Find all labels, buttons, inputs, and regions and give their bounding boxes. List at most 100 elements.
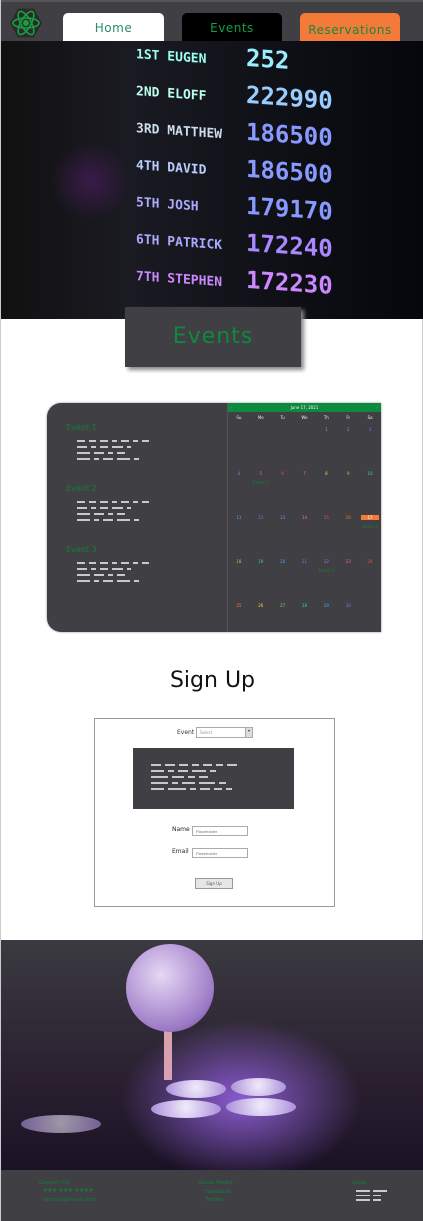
score-value: 252 xyxy=(246,43,290,75)
calendar-day[interactable]: 19 xyxy=(250,556,272,600)
hero-scoreboard-image: 1ST EUGEN 252 2ND ELOFF 222990 3RD MATTHEW 18… xyxy=(1,41,423,319)
day-number: 7 xyxy=(303,471,306,476)
social-title: Social Media xyxy=(198,1180,233,1186)
score-value: 222990 xyxy=(246,80,333,115)
score-value: 179170 xyxy=(246,191,333,226)
day-number: 26 xyxy=(258,603,264,608)
events-title: Events xyxy=(125,307,301,367)
calendar-day[interactable]: 24 xyxy=(359,556,381,600)
day-number: 17 xyxy=(361,515,380,520)
calendar-day[interactable]: 25 xyxy=(228,600,250,644)
day-number: 5 xyxy=(259,471,263,476)
calendar-day[interactable]: 7 xyxy=(294,468,316,512)
event-title: Event 2 xyxy=(66,484,97,493)
twitter-link[interactable]: Twitter xyxy=(205,1197,223,1203)
calendar-day[interactable]: 1 xyxy=(315,424,337,468)
calendar-day[interactable]: 8 xyxy=(315,468,337,512)
atom-logo-icon[interactable] xyxy=(10,8,42,38)
tab-home[interactable]: Home xyxy=(63,13,164,43)
calendar-day[interactable]: 12 xyxy=(250,512,272,556)
facebook-link[interactable]: Facebook xyxy=(205,1189,231,1195)
day-number: 2 xyxy=(346,427,350,432)
calendar-event-label[interactable]: Event 1 xyxy=(250,480,272,485)
day-number: 4 xyxy=(237,471,241,476)
prev-month-button[interactable]: ‹ xyxy=(231,403,233,412)
weekday-label: Mo xyxy=(257,415,264,420)
day-number: 28 xyxy=(301,603,308,608)
legal-title: Legal xyxy=(352,1180,367,1186)
calendar-day[interactable]: 9 xyxy=(337,468,359,512)
calendar-date: June 17, 2021 xyxy=(290,405,319,410)
email-label: Email xyxy=(172,848,189,855)
calendar-day xyxy=(228,424,250,468)
calendar-day xyxy=(359,600,381,644)
signup-title: Sign Up xyxy=(169,668,256,693)
next-month-button[interactable]: › xyxy=(376,403,378,412)
calendar-day[interactable]: 15 xyxy=(315,512,337,556)
name-input[interactable] xyxy=(192,826,248,836)
weekday-label: Tu xyxy=(280,415,285,420)
contact-title: Contact Us xyxy=(39,1180,70,1186)
weekday-label: Th xyxy=(323,415,329,420)
tab-reservations[interactable]: Reservations xyxy=(300,13,400,43)
email-input[interactable] xyxy=(192,848,248,858)
event-description xyxy=(77,501,150,521)
score-value: 172230 xyxy=(246,265,333,300)
chevron-down-icon[interactable]: ▾ xyxy=(245,728,252,737)
select-value: Select xyxy=(200,730,213,735)
calendar-day[interactable]: 4 xyxy=(228,468,250,512)
calendar-event-label[interactable]: Event 3 xyxy=(315,568,337,573)
calendar-day[interactable]: 21 xyxy=(294,556,316,600)
calendar-day[interactable]: 29 xyxy=(315,600,337,644)
events-panel: Event 1 Event 2 Event 3 ‹ June 17, 2021 › … xyxy=(47,403,381,632)
phone-text: ###-###-#### xyxy=(43,1188,94,1194)
calendar-day[interactable]: 2 xyxy=(337,424,359,468)
calendar-day[interactable]: 13 xyxy=(272,512,294,556)
day-number: 24 xyxy=(367,559,373,564)
calendar-day[interactable]: 18 xyxy=(228,556,250,600)
legal-links[interactable] xyxy=(356,1190,390,1201)
weekday-label: Fr xyxy=(346,415,351,420)
day-number: 19 xyxy=(258,559,264,564)
day-number: 23 xyxy=(345,559,351,564)
calendar-day[interactable]: 26 xyxy=(250,600,272,644)
day-number: 30 xyxy=(345,603,351,608)
calendar-day[interactable]: 17 Event 2 xyxy=(359,512,381,556)
event-item[interactable]: Event 2 xyxy=(66,484,150,525)
tab-events[interactable]: Events xyxy=(182,13,282,43)
score-value: 172240 xyxy=(246,228,333,263)
day-number: 21 xyxy=(301,559,308,564)
weekday-label: Sa xyxy=(367,415,373,420)
email-link[interactable]: atomic@email.com xyxy=(43,1197,96,1203)
calendar-day xyxy=(250,424,272,468)
arcade-joystick-image xyxy=(1,940,423,1170)
calendar-day[interactable]: 23 xyxy=(337,556,359,600)
day-number: 11 xyxy=(236,515,242,520)
day-number: 6 xyxy=(281,471,284,476)
top-nav: Home Events Reservations xyxy=(1,0,423,43)
event-select[interactable]: Select ▾ xyxy=(196,727,253,738)
calendar-day[interactable]: 22 Event 3 xyxy=(315,556,337,600)
footer: Contact Us ###-###-#### atomic@email.com… xyxy=(1,1170,423,1221)
sign-up-button[interactable]: Sign Up xyxy=(195,878,233,889)
calendar-day[interactable]: 14 xyxy=(294,512,316,556)
calendar-day[interactable]: 30 xyxy=(337,600,359,644)
calendar-event-label[interactable]: Event 2 xyxy=(359,524,381,529)
event-item[interactable]: Event 1 xyxy=(66,423,150,464)
calendar-day[interactable]: 3 xyxy=(359,424,381,468)
calendar-day[interactable]: 5 Event 1 xyxy=(250,468,272,512)
calendar-day[interactable]: 27 xyxy=(272,600,294,644)
calendar-day[interactable]: 10 xyxy=(359,468,381,512)
score-value: 186500 xyxy=(246,154,333,189)
calendar-day xyxy=(294,424,316,468)
calendar-day[interactable]: 20 xyxy=(272,556,294,600)
weekday-label: We xyxy=(301,415,308,420)
calendar: ‹ June 17, 2021 › Su Mo Tu We Th Fr Sa 1 2 3 4 5 Ev… xyxy=(227,403,381,632)
calendar-day[interactable]: 6 xyxy=(272,468,294,512)
event-item[interactable]: Event 3 xyxy=(66,545,150,586)
calendar-day[interactable]: 28 xyxy=(294,600,316,644)
day-number: 20 xyxy=(280,559,286,564)
calendar-day[interactable]: 16 xyxy=(337,512,359,556)
calendar-day[interactable]: 11 xyxy=(228,512,250,556)
day-number: 10 xyxy=(367,471,373,476)
